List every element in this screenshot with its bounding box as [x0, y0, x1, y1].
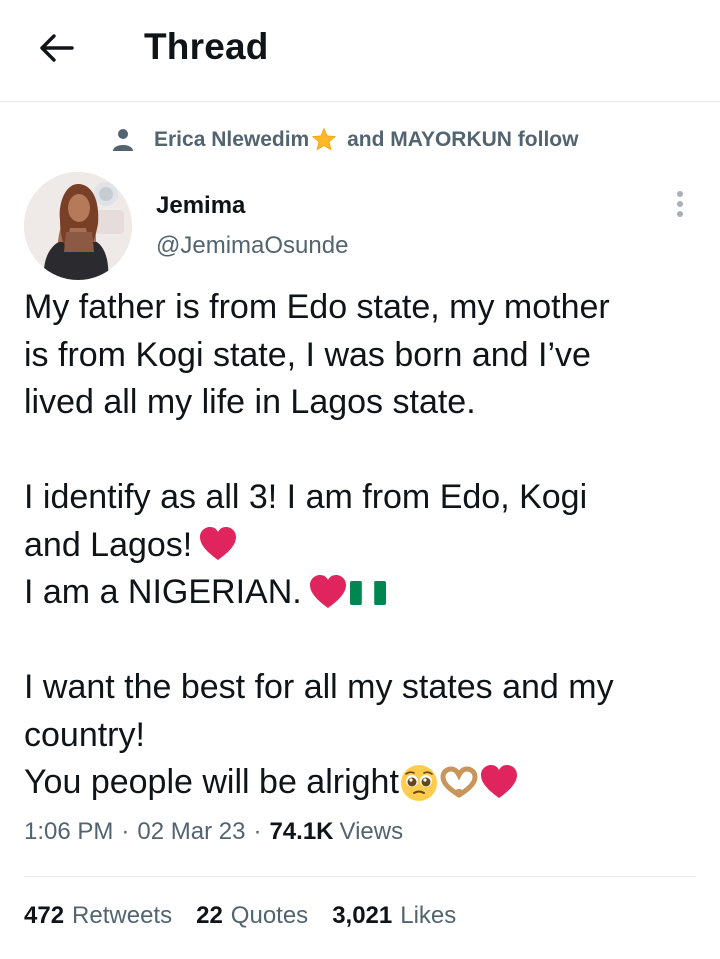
tweet-line-text: lived all my life in Lagos state.: [24, 383, 476, 421]
social-context[interactable]: Erica Nlewedim and MAYORKUN follow: [110, 122, 578, 158]
heart-hands-emoji: [440, 766, 478, 798]
tweet-line-text: My father is from Edo state, my mother: [24, 288, 610, 326]
red-heart-emoji: [309, 574, 346, 608]
back-button[interactable]: [34, 26, 78, 70]
pleading-face-emoji: [400, 764, 437, 801]
tweet-line-text: I want the best for all my states and my: [24, 668, 614, 706]
retweets-label: Retweets: [72, 902, 173, 929]
likes-count: 3,021: [332, 902, 393, 929]
quotes-label: Quotes: [230, 902, 309, 929]
more-options-button[interactable]: [664, 186, 696, 222]
tweet-line: is from Kogi state, I was born and I’ve: [24, 332, 704, 380]
likes-stat[interactable]: 3,021 Likes: [332, 902, 456, 930]
engagement-stats: 472 Retweets 22 Quotes 3,021 Likes: [24, 902, 480, 930]
tweet-line: country!: [24, 712, 704, 760]
nigeria-flag-emoji: [349, 580, 386, 605]
tweet-date[interactable]: 02 Mar 23: [137, 818, 245, 846]
tweet-meta: 1:06 PM · 02 Mar 23 · 74.1K Views: [24, 818, 403, 846]
tweet-line: I am a NIGERIAN.: [24, 569, 704, 617]
author-handle[interactable]: @JemimaOsunde: [156, 232, 348, 260]
retweets-count: 472: [24, 902, 65, 929]
tweet-line: I want the best for all my states and my: [24, 664, 704, 712]
author-name[interactable]: Jemima: [156, 192, 245, 220]
tweet-text: My father is from Edo state, my mother i…: [24, 284, 704, 807]
tweet-time[interactable]: 1:06 PM: [24, 818, 113, 846]
meta-separator: ·: [121, 818, 130, 845]
more-vertical-icon: [677, 191, 683, 217]
arrow-left-icon: [40, 34, 74, 62]
tweet-line-text: I identify as all 3! I am from Edo, Kogi: [24, 478, 588, 516]
tweet-line: You people will be alright: [24, 759, 704, 807]
tweet-line-text: is from Kogi state, I was born and I’ve: [24, 335, 591, 374]
red-heart-emoji: [200, 527, 237, 561]
profile-photo: [24, 172, 132, 280]
top-bar: Thread: [0, 0, 720, 102]
social-context-text: and MAYORKUN follow: [341, 128, 579, 151]
tweet-line: My father is from Edo state, my mother: [24, 284, 704, 332]
social-context-first-name[interactable]: Erica Nlewedim: [154, 128, 309, 152]
quotes-stat[interactable]: 22 Quotes: [196, 902, 308, 930]
star-emoji: [312, 127, 337, 151]
meta-separator: ·: [253, 818, 262, 845]
tweet-line-text: You people will be alright: [24, 763, 399, 801]
tweet-line-text: I am a NIGERIAN.: [24, 573, 302, 611]
tweet-line: and Lagos!: [24, 522, 704, 570]
red-heart-emoji: [480, 764, 517, 798]
views-label[interactable]: Views: [340, 818, 404, 846]
tweet-line: lived all my life in Lagos state.: [24, 379, 704, 427]
retweets-stat[interactable]: 472 Retweets: [24, 902, 172, 930]
likes-label: Likes: [400, 902, 457, 929]
person-icon: [110, 127, 136, 153]
avatar[interactable]: [24, 172, 132, 280]
quotes-count: 22: [196, 902, 223, 929]
tweet-line-text: country!: [24, 715, 145, 754]
page-title: Thread: [144, 26, 269, 67]
tweet-line-text: and Lagos!: [24, 525, 193, 564]
divider: [24, 876, 696, 877]
tweet-line: I identify as all 3! I am from Edo, Kogi: [24, 474, 704, 522]
views-count[interactable]: 74.1K: [269, 818, 333, 846]
